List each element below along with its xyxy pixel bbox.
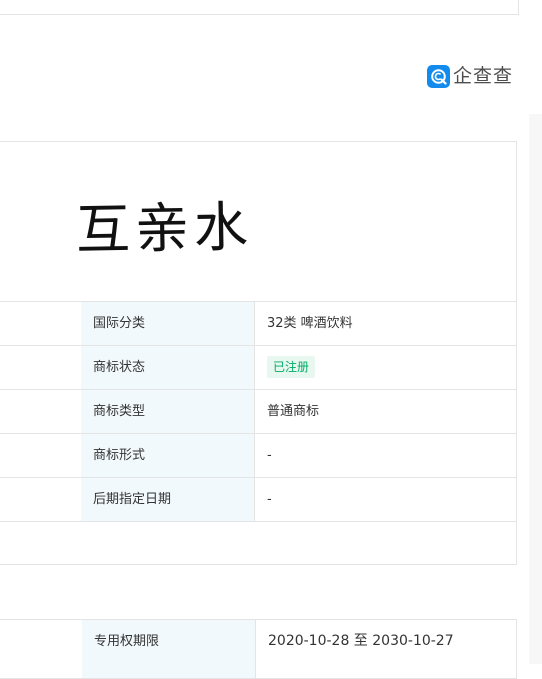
validity-card: 专用权期限 2020-10-28 至 2030-10-27 xyxy=(0,619,517,679)
row-value: 已注册 xyxy=(255,346,517,389)
row-label: 商标类型 xyxy=(81,390,255,433)
row-value: - xyxy=(267,492,272,507)
detail-row-form: 商标形式 - xyxy=(0,433,517,477)
row-label: 后期指定日期 xyxy=(81,478,255,521)
row-value: 32类 啤酒饮料 xyxy=(267,316,353,331)
row-label: 商标形式 xyxy=(81,434,255,477)
validity-value: 2020-10-28 至 2030-10-27 xyxy=(268,633,454,649)
qichacha-logo: 企查查 xyxy=(427,63,513,89)
detail-row-international-class: 国际分类 32类 啤酒饮料 xyxy=(0,301,517,345)
detail-row-later-designation-date: 后期指定日期 - xyxy=(0,477,517,521)
detail-row-type: 商标类型 普通商标 xyxy=(0,389,517,433)
table-bottom-border xyxy=(0,521,517,522)
logo-text: 企查查 xyxy=(453,65,514,87)
status-badge: 已注册 xyxy=(267,355,316,378)
previous-section-card xyxy=(0,0,519,15)
detail-row-status: 商标状态 已注册 xyxy=(0,345,517,389)
qichacha-logo-icon xyxy=(427,64,450,88)
row-label: 商标状态 xyxy=(81,346,255,389)
validity-label: 专用权期限 xyxy=(82,620,256,678)
row-value: - xyxy=(267,448,272,463)
row-value: 普通商标 xyxy=(267,404,320,419)
page-side-gutter xyxy=(529,114,542,664)
trademark-image: 互亲水 xyxy=(75,195,254,262)
row-label: 国际分类 xyxy=(81,302,255,345)
